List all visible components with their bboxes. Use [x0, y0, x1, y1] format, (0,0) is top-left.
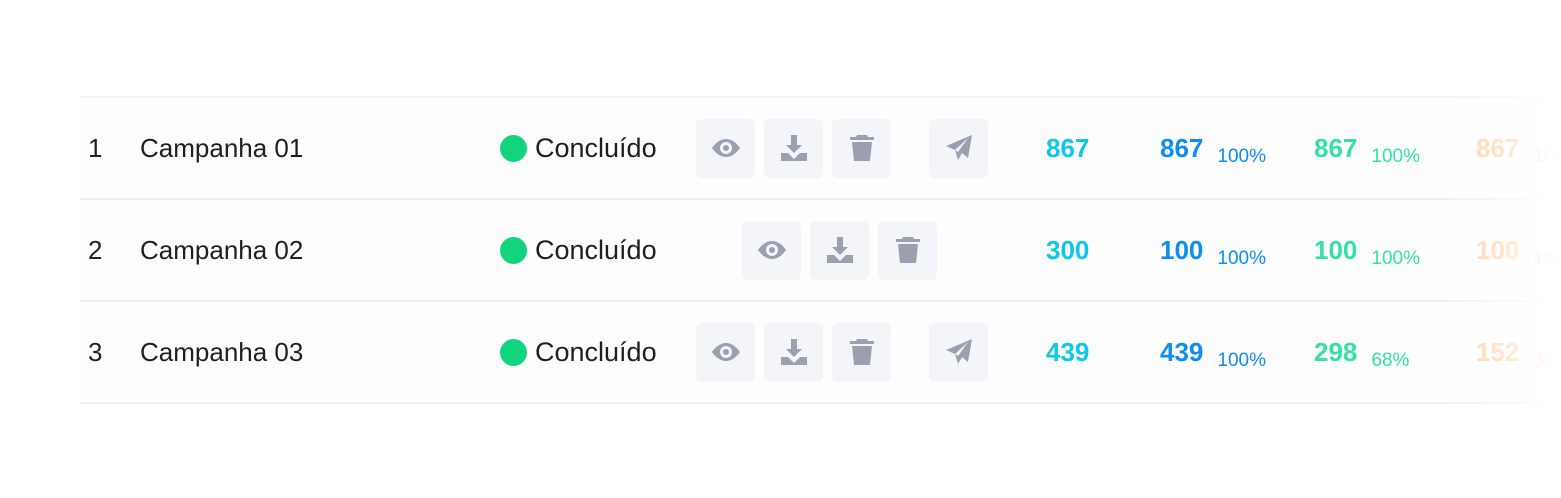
status-cell: Concluído	[500, 98, 657, 198]
campaign-name: Campanha 03	[140, 336, 304, 367]
total-count: 300	[1046, 200, 1089, 300]
metric-3: 867 100%	[1476, 98, 1561, 198]
status-label: Concluído	[535, 234, 657, 265]
eye-icon	[711, 139, 740, 157]
metric-2-percent: 100%	[1371, 146, 1420, 167]
metric-1-value: 439	[1160, 336, 1204, 367]
metric-3-percent: 100%	[1533, 146, 1561, 167]
send-button[interactable]	[929, 118, 988, 178]
row-actions	[696, 302, 988, 402]
status-label: Concluído	[535, 336, 657, 367]
trash-icon	[849, 339, 874, 365]
metric-2-percent: 100%	[1371, 248, 1420, 269]
total-count: 867	[1046, 98, 1089, 198]
metric-3: 152 35%	[1476, 302, 1561, 402]
download-button[interactable]	[764, 118, 823, 178]
status-dot-icon	[500, 236, 527, 264]
total-value: 439	[1046, 336, 1090, 367]
download-icon	[826, 237, 853, 263]
download-icon	[780, 339, 807, 365]
eye-icon	[711, 343, 740, 361]
status-cell: Concluído	[500, 302, 657, 402]
metric-2: 867 100%	[1314, 98, 1420, 198]
campaign-name: Campanha 02	[140, 234, 304, 265]
view-button[interactable]	[696, 118, 755, 178]
send-icon	[945, 339, 972, 364]
delete-button[interactable]	[832, 322, 891, 382]
trash-icon	[895, 237, 920, 263]
campaign-name: Campanha 01	[140, 132, 304, 163]
download-button[interactable]	[810, 220, 869, 280]
metric-1-percent: 100%	[1217, 248, 1266, 269]
row-index: 3	[88, 336, 103, 367]
metric-1: 439 100%	[1160, 302, 1266, 402]
table-row: 1 Campanha 01 Concluído 867 867 100% 867…	[80, 98, 1561, 200]
table-row: 2 Campanha 02 Concluído 300 100 100% 100	[80, 200, 1561, 302]
metric-2-value: 100	[1314, 234, 1358, 265]
metric-2: 298 68%	[1314, 302, 1409, 402]
row-index: 2	[88, 234, 103, 265]
metric-2-value: 867	[1314, 132, 1358, 163]
metric-3-percent: 35%	[1533, 350, 1561, 371]
status-label: Concluído	[535, 132, 657, 163]
status-dot-icon	[500, 338, 527, 366]
send-icon	[945, 135, 972, 160]
total-count: 439	[1046, 302, 1089, 402]
metric-1: 100 100%	[1160, 200, 1266, 300]
metric-2-value: 298	[1314, 336, 1358, 367]
campaign-table: 1 Campanha 01 Concluído 867 867 100% 867…	[80, 96, 1561, 404]
metric-3-value: 867	[1476, 132, 1520, 163]
metric-3-percent: 100%	[1533, 248, 1561, 269]
metric-2: 100 100%	[1314, 200, 1420, 300]
row-actions	[696, 98, 988, 198]
row-actions	[742, 200, 937, 300]
status-dot-icon	[500, 134, 527, 162]
eye-icon	[757, 241, 786, 259]
metric-1-percent: 100%	[1217, 350, 1266, 371]
send-button[interactable]	[929, 322, 988, 382]
metric-3-value: 152	[1476, 336, 1520, 367]
table-row: 3 Campanha 03 Concluído 439 439 100% 298…	[80, 302, 1561, 404]
metric-1-value: 100	[1160, 234, 1204, 265]
view-button[interactable]	[742, 220, 801, 280]
delete-button[interactable]	[832, 118, 891, 178]
metric-2-percent: 68%	[1371, 350, 1410, 371]
view-button[interactable]	[696, 322, 755, 382]
metric-1-value: 867	[1160, 132, 1204, 163]
trash-icon	[849, 135, 874, 161]
metric-1: 867 100%	[1160, 98, 1266, 198]
total-value: 300	[1046, 234, 1090, 265]
metric-1-percent: 100%	[1217, 146, 1266, 167]
download-button[interactable]	[764, 322, 823, 382]
status-cell: Concluído	[500, 200, 657, 300]
metric-3: 100 100%	[1476, 200, 1561, 300]
metric-3-value: 100	[1476, 234, 1520, 265]
row-index: 1	[88, 132, 103, 163]
download-icon	[780, 135, 807, 161]
total-value: 867	[1046, 132, 1090, 163]
delete-button[interactable]	[878, 220, 937, 280]
